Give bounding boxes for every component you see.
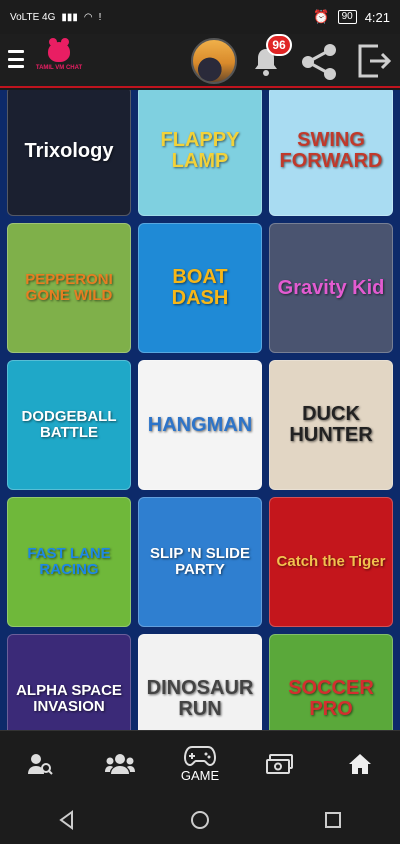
status-bar: VoLTE 4G ▮▮▮ ◠ ! ⏰ 90 4:21 <box>0 0 400 34</box>
game-title: PEPPERONI GONE WILD <box>25 271 113 304</box>
clock: 4:21 <box>364 9 390 25</box>
game-title: DINOSAUR RUN <box>146 677 254 720</box>
system-nav-bar <box>0 796 400 844</box>
carrier-indicator: VoLTE 4G <box>10 11 56 23</box>
game-title: DUCK HUNTER <box>289 403 373 446</box>
logo-mark <box>48 38 70 62</box>
game-tile[interactable]: FAST LANE RACING <box>7 497 131 627</box>
home-icon <box>349 753 371 774</box>
notification-badge: 96 <box>266 34 292 56</box>
battery-indicator: 90 <box>337 10 357 24</box>
exit-icon[interactable] <box>356 42 392 80</box>
gamepad-icon <box>184 746 216 766</box>
nav-search-user[interactable] <box>5 734 75 794</box>
game-tile[interactable]: SWING FORWARD <box>269 90 393 216</box>
nav-home[interactable] <box>325 734 395 794</box>
bottom-nav: GAME <box>0 730 400 796</box>
game-title: Gravity Kid <box>277 276 385 299</box>
game-tile[interactable]: SLIP 'N SLIDE PARTY <box>138 497 262 627</box>
menu-icon[interactable] <box>8 50 24 68</box>
game-tile[interactable]: DINOSAUR RUN <box>138 634 262 730</box>
home-circle-icon[interactable] <box>189 809 211 831</box>
game-tile[interactable]: ALPHA SPACE INVASION <box>7 634 131 730</box>
game-tile[interactable]: PEPPERONI GONE WILD <box>7 223 131 353</box>
nav-friends[interactable] <box>85 734 155 794</box>
game-title: DODGEBALL BATTLE <box>21 408 117 441</box>
game-tile[interactable]: DUCK HUNTER <box>269 360 393 490</box>
game-title: HANGMAN <box>147 413 253 436</box>
game-title: SOCCER PRO <box>288 677 374 720</box>
status-left: VoLTE 4G ▮▮▮ ◠ ! <box>10 12 101 23</box>
game-title: ALPHA SPACE INVASION <box>16 682 122 715</box>
game-tile[interactable]: Gravity Kid <box>269 223 393 353</box>
recents-icon[interactable] <box>322 809 344 831</box>
game-title: SWING FORWARD <box>279 129 383 172</box>
game-tile[interactable]: SOCCER PRO <box>269 634 393 730</box>
game-title: FLAPPY LAMP <box>160 129 240 172</box>
game-grid: Trixology FLAPPY LAMP SWING FORWARD PEPPERO… <box>7 90 393 730</box>
game-tile[interactable]: Catch the Tiger <box>269 497 393 627</box>
alarm-icon: ⏰ <box>313 9 330 24</box>
app-header: TAMIL VM CHAT 96 <box>0 34 400 88</box>
nav-game-label: GAME <box>180 768 220 783</box>
share-icon[interactable] <box>300 42 340 82</box>
game-title: Trixology <box>24 139 114 162</box>
game-tile[interactable]: FLAPPY LAMP <box>138 90 262 216</box>
game-title: BOAT DASH <box>171 266 229 309</box>
game-tile[interactable]: Trixology <box>7 90 131 216</box>
game-title: SLIP 'N SLIDE PARTY <box>150 545 250 578</box>
game-title: Catch the Tiger <box>276 553 386 571</box>
game-tile[interactable]: HANGMAN <box>138 360 262 490</box>
back-icon[interactable] <box>56 809 78 831</box>
signal-icon: ▮▮▮ <box>61 11 78 23</box>
users-icon <box>105 753 135 774</box>
app-logo: TAMIL VM CHAT <box>35 38 83 80</box>
game-grid-container[interactable]: Trixology FLAPPY LAMP SWING FORWARD PEPPERO… <box>0 90 400 730</box>
game-title: FAST LANE RACING <box>27 545 111 578</box>
money-icon <box>266 753 293 774</box>
wifi-icon: ◠ <box>83 11 93 23</box>
profile-avatar[interactable] <box>191 38 237 84</box>
game-tile[interactable]: DODGEBALL BATTLE <box>7 360 131 490</box>
status-right: ⏰ 90 4:21 <box>313 9 390 25</box>
logo-text: TAMIL VM CHAT <box>35 65 83 71</box>
search-user-icon <box>28 753 53 775</box>
alert-icon: ! <box>98 11 102 23</box>
nav-game[interactable]: GAME <box>165 734 235 794</box>
nav-wallet[interactable] <box>245 734 315 794</box>
game-tile[interactable]: BOAT DASH <box>138 223 262 353</box>
